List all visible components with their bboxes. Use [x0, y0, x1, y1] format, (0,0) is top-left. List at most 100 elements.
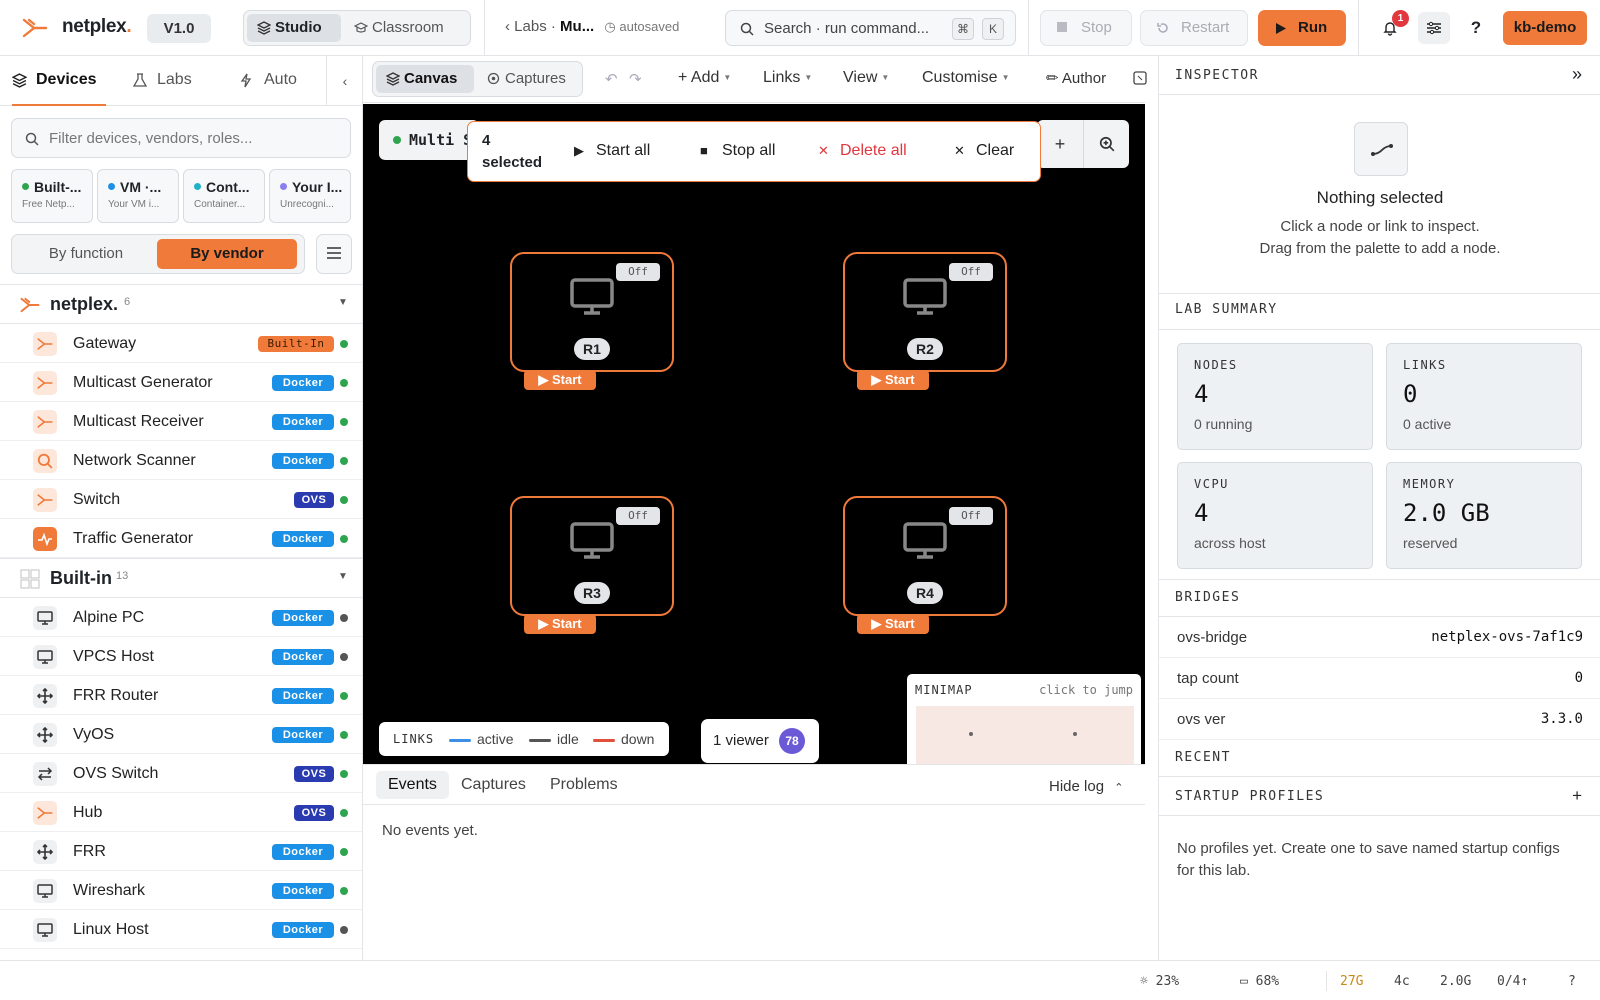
run-button[interactable]: Run: [1258, 10, 1346, 46]
group-name: Built-in: [50, 568, 112, 588]
command-search[interactable]: Search · run command... ⌘ K: [725, 10, 1016, 46]
device-group-header[interactable]: netplex. 6 ▼: [0, 284, 362, 324]
tab-canvas-label: Canvas: [404, 70, 458, 87]
group-name: netplex.: [50, 294, 119, 314]
hide-log-button[interactable]: Hide log ⌃: [1049, 778, 1123, 795]
clear-selection-button[interactable]: ✕ Clear: [954, 142, 1014, 160]
device-filter-input[interactable]: Filter devices, vendors, roles...: [11, 118, 351, 158]
zoom-fit-button[interactable]: [1083, 120, 1129, 168]
viewers-indicator[interactable]: 1 viewer 78: [701, 719, 819, 763]
palette-card[interactable]: Cont... Container...: [183, 169, 265, 223]
back-chevron-icon[interactable]: ‹: [505, 18, 514, 35]
list-view-button[interactable]: [316, 234, 352, 274]
device-item[interactable]: Multicast Receiver Docker: [0, 402, 362, 441]
log-tab-captures[interactable]: Captures: [449, 771, 538, 799]
log-tab-problems[interactable]: Problems: [538, 771, 630, 799]
device-item[interactable]: Gateway Built-In: [0, 324, 362, 363]
palette-card[interactable]: VM ·... Your VM i...: [97, 169, 179, 223]
device-item[interactable]: Traffic Generator Docker: [0, 519, 362, 558]
chevron-left-icon: ‹: [342, 73, 348, 89]
add-profile-button[interactable]: +: [1572, 786, 1582, 806]
stop-all-button[interactable]: ■ Stop all: [700, 142, 775, 160]
search-placeholder: Search · run command...: [764, 20, 930, 37]
menu-customise[interactable]: Customise ▼: [922, 69, 1010, 87]
panel-toggle-icon[interactable]: [1133, 71, 1147, 88]
device-item[interactable]: Linux Host Docker: [0, 910, 362, 949]
version-badge[interactable]: V1.0: [147, 14, 211, 43]
device-item[interactable]: OVS Switch OVS: [0, 754, 362, 793]
caret-down-icon: ▼: [1001, 73, 1010, 82]
menu-add[interactable]: + Add ▼: [678, 69, 731, 87]
memory-usage: ▭ 68%: [1240, 974, 1279, 989]
monitor-icon: [33, 645, 57, 669]
device-item[interactable]: VPCS Host Docker: [0, 637, 362, 676]
grid-icon: [20, 569, 40, 589]
minimap[interactable]: MINIMAP click to jump: [907, 674, 1141, 764]
delete-all-button[interactable]: ✕ Delete all: [818, 142, 907, 160]
topology-node[interactable]: Off R4: [843, 496, 1007, 616]
selection-action-bar: 4 selected ▶ Start all ■ Stop all ✕ Delete …: [467, 121, 1041, 182]
group-by-function[interactable]: By function: [16, 239, 156, 269]
device-item[interactable]: FRR Docker: [0, 832, 362, 871]
collapse-inspector-icon[interactable]: »: [1572, 64, 1582, 85]
menu-view-label: View: [843, 69, 878, 86]
undo-icon[interactable]: ↶: [605, 70, 618, 88]
topology-node[interactable]: Off R2: [843, 252, 1007, 372]
tab-labs[interactable]: Labs: [133, 56, 203, 106]
tab-auto[interactable]: Auto: [240, 56, 310, 106]
menu-links[interactable]: Links ▼: [763, 69, 812, 87]
device-item[interactable]: Network Scanner Docker: [0, 441, 362, 480]
minimap-viewport[interactable]: [916, 706, 1134, 764]
device-item[interactable]: Wireshark Docker: [0, 871, 362, 910]
breadcrumb-current[interactable]: Mu...: [560, 18, 594, 35]
breadcrumb-labs[interactable]: Labs: [514, 18, 547, 35]
mode-classroom[interactable]: Classroom: [344, 14, 466, 42]
start-all-button[interactable]: ▶ Start all: [574, 142, 650, 160]
restart-button[interactable]: Restart: [1140, 10, 1248, 46]
device-item[interactable]: Hub OVS: [0, 793, 362, 832]
log-tab-events[interactable]: Events: [376, 771, 449, 799]
palette-card[interactable]: Built-... Free Netp...: [11, 169, 93, 223]
topology-canvas[interactable]: Multi S + 4 selected ▶ Start all ■ Stop al…: [363, 104, 1145, 764]
tab-canvas[interactable]: Canvas: [376, 65, 474, 93]
netplex-logo-icon: [22, 18, 48, 38]
zoom-in-button[interactable]: +: [1037, 120, 1083, 168]
device-item[interactable]: FRR Router Docker: [0, 676, 362, 715]
redo-icon[interactable]: ↷: [629, 70, 642, 88]
group-by-vendor[interactable]: By vendor: [157, 239, 297, 269]
tab-devices[interactable]: Devices: [12, 56, 106, 106]
user-menu-button[interactable]: kb-demo: [1503, 11, 1587, 45]
menu-view[interactable]: View ▼: [843, 69, 889, 87]
stop-button[interactable]: Stop: [1040, 10, 1132, 46]
tab-captures[interactable]: Captures: [477, 65, 579, 93]
collapse-panel-button[interactable]: ‹: [326, 56, 362, 106]
notifications-button[interactable]: 1: [1374, 10, 1409, 44]
node-start-button[interactable]: ▶ Start: [857, 614, 929, 634]
topology-node[interactable]: Off R1: [510, 252, 674, 372]
device-item[interactable]: Alpine PC Docker: [0, 598, 362, 637]
help-button[interactable]: ?: [1460, 12, 1492, 44]
node-start-button[interactable]: ▶ Start: [857, 370, 929, 390]
menu-author[interactable]: ✏ Author: [1046, 69, 1106, 87]
magnifier-icon: [33, 449, 57, 473]
node-start-button[interactable]: ▶ Start: [524, 614, 596, 634]
core-count: 4c: [1394, 974, 1410, 989]
mode-classroom-label: Classroom: [372, 19, 444, 36]
menu-add-label: + Add: [678, 69, 720, 86]
device-item[interactable]: Switch OVS: [0, 480, 362, 519]
mode-studio[interactable]: Studio: [247, 14, 341, 42]
monitor-icon: [33, 918, 57, 942]
status-help[interactable]: ?: [1568, 974, 1576, 989]
device-item[interactable]: Multicast Generator Docker: [0, 363, 362, 402]
node-state-badge: Off: [616, 507, 660, 525]
device-item[interactable]: VyOS Docker: [0, 715, 362, 754]
settings-sliders-button[interactable]: [1418, 12, 1450, 44]
monitor-icon: [903, 522, 947, 559]
lab-name-pill[interactable]: Multi S: [379, 120, 479, 160]
device-group-header[interactable]: Built-in 13 ▼: [0, 558, 362, 598]
router-arrows-icon: [33, 840, 57, 864]
topology-node[interactable]: Off R3: [510, 496, 674, 616]
node-start-button[interactable]: ▶ Start: [524, 370, 596, 390]
palette-card[interactable]: Your I... Unrecogni...: [269, 169, 351, 223]
node-label: R1: [574, 338, 610, 360]
